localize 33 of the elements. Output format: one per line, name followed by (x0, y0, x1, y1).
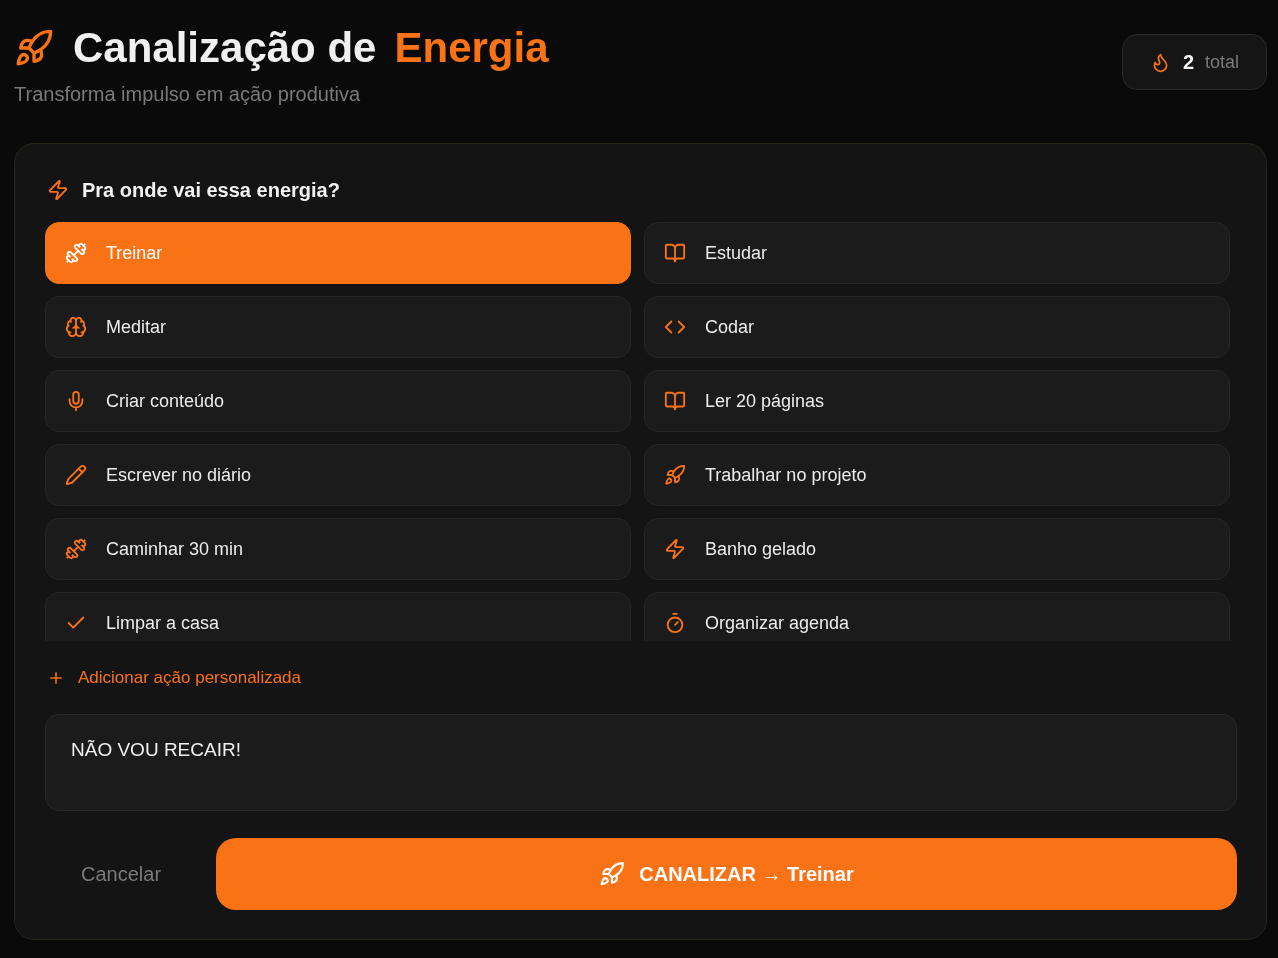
lightning-icon (47, 179, 69, 201)
rocket-icon (599, 861, 626, 887)
action-option[interactable]: Ler 20 páginas (644, 370, 1230, 432)
counter-label: total (1205, 51, 1240, 73)
panel-heading: Pra onde vai essa energia? (82, 178, 340, 202)
page-title: Canalização de (73, 24, 377, 72)
stopwatch-icon (664, 612, 686, 634)
book-icon (664, 242, 686, 264)
rocket-icon (14, 28, 54, 68)
action-option[interactable]: Caminhar 30 min (45, 518, 631, 580)
action-option[interactable]: Escrever no diário (45, 444, 631, 506)
page-subtitle: Transforma impulso em ação produtiva (14, 82, 362, 106)
rocket-icon (664, 464, 686, 486)
action-option[interactable]: Meditar (45, 296, 631, 358)
action-option[interactable]: Banho gelado (644, 518, 1230, 580)
action-option[interactable]: Organizar agenda (644, 592, 1230, 641)
dumbbell-icon (65, 242, 87, 264)
dumbbell-icon (65, 538, 87, 560)
book-icon (664, 390, 686, 412)
action-option[interactable]: Criar conteúdo (45, 370, 631, 432)
action-option[interactable]: Codar (644, 296, 1230, 358)
note-field[interactable]: NÃO VOU RECAIR! (45, 714, 1237, 811)
action-option[interactable]: Trabalhar no projeto (644, 444, 1230, 506)
page-title-accent: Energia (394, 24, 549, 72)
pencil-icon (65, 464, 87, 486)
brain-icon (65, 316, 87, 338)
plus-icon (47, 669, 65, 687)
lightning-icon (664, 538, 686, 560)
action-option[interactable]: Limpar a casa (45, 592, 631, 641)
action-option[interactable]: Estudar (644, 222, 1230, 284)
cancel-button[interactable]: Cancelar (45, 838, 198, 910)
counter-value: 2 (1182, 50, 1195, 74)
add-action-link[interactable]: Adicionar ação personalizada (45, 666, 302, 690)
